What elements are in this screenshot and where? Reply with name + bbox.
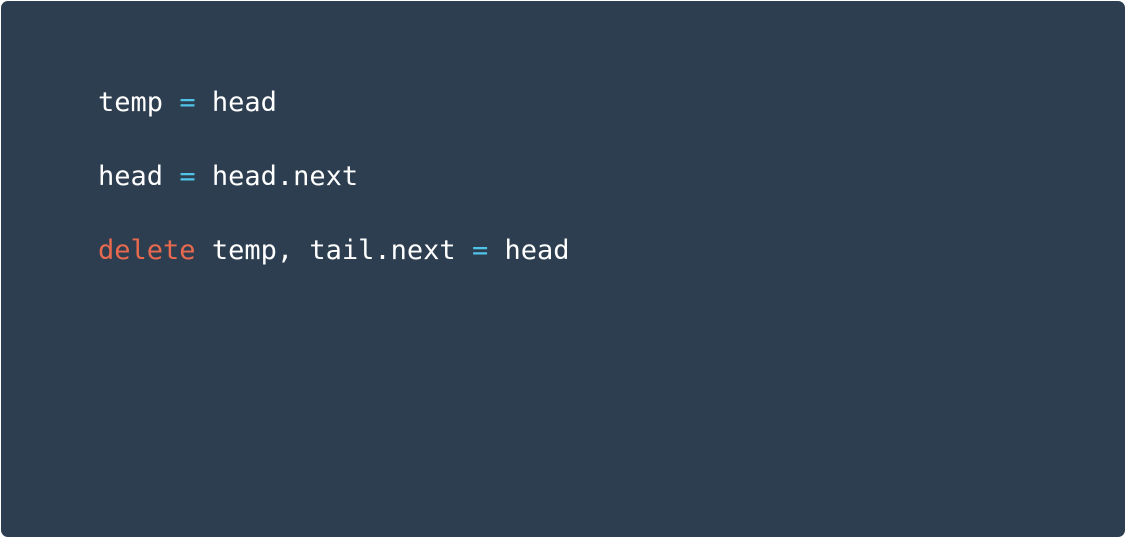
code-token: temp bbox=[211, 235, 277, 266]
code-token: tail.next bbox=[309, 235, 456, 266]
code-token: = bbox=[179, 87, 196, 118]
code-keyword: delete bbox=[98, 235, 196, 266]
code-token: head.next bbox=[211, 161, 359, 192]
code-line-1: temp = head bbox=[33, 43, 1125, 118]
code-block: temp = head head = head.next delete temp… bbox=[1, 1, 1125, 537]
code-token: , bbox=[276, 235, 310, 266]
code-token: head bbox=[98, 161, 164, 192]
code-token: = bbox=[471, 235, 489, 266]
code-line-2: head = head.next bbox=[33, 117, 1125, 192]
code-token: temp bbox=[98, 87, 164, 118]
code-token: head bbox=[211, 87, 277, 118]
code-line-3: delete temp, tail.next = head bbox=[33, 191, 1125, 266]
code-token: head bbox=[504, 235, 570, 266]
code-token: = bbox=[179, 161, 196, 192]
